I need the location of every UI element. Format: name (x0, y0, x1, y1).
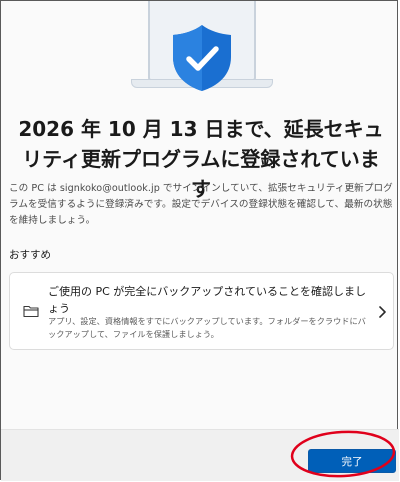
dialog-window: 2026 年 10 月 13 日まで、延長セキュリティ更新プログラムに登録されて… (0, 0, 399, 481)
folder-icon (23, 305, 39, 318)
recommended-label: おすすめ (9, 249, 51, 261)
backup-recommendation-card[interactable]: ご使用の PC が完全にバックアップされていることを確認しましょう アプリ、設定… (9, 272, 394, 350)
card-title: ご使用の PC が完全にバックアップされていることを確認しましょう (48, 285, 366, 315)
description-text: この PC は signkoko@outlook.jp でサインインしていて、拡… (9, 183, 393, 226)
done-button[interactable]: 完了 (308, 449, 396, 473)
hero-illustration (1, 1, 399, 101)
shield-check-icon (173, 25, 231, 91)
card-description: アプリ、設定、資格情報をすでにバックアップしています。フォルダーをクラウドにバッ… (48, 316, 366, 339)
chevron-right-icon[interactable] (377, 305, 387, 319)
